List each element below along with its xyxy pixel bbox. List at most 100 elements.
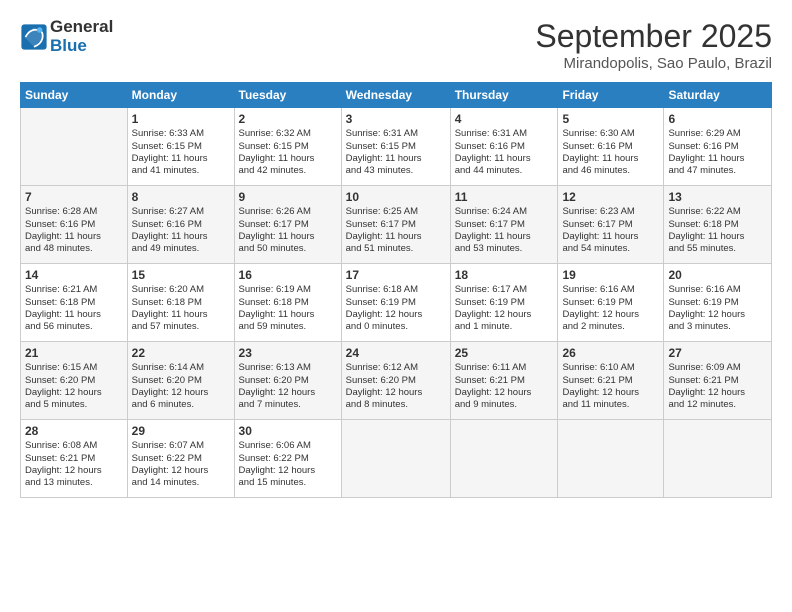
day-number: 26 <box>562 345 659 361</box>
col-header-tuesday: Tuesday <box>234 83 341 108</box>
day-number: 19 <box>562 267 659 283</box>
col-header-wednesday: Wednesday <box>341 83 450 108</box>
day-info: Sunrise: 6:22 AM Sunset: 6:18 PM Dayligh… <box>668 206 767 255</box>
day-number: 14 <box>25 267 123 283</box>
day-number: 23 <box>239 345 337 361</box>
calendar-cell: 12Sunrise: 6:23 AM Sunset: 6:17 PM Dayli… <box>558 186 664 264</box>
day-info: Sunrise: 6:11 AM Sunset: 6:21 PM Dayligh… <box>455 362 554 411</box>
day-info: Sunrise: 6:26 AM Sunset: 6:17 PM Dayligh… <box>239 206 337 255</box>
calendar-cell: 15Sunrise: 6:20 AM Sunset: 6:18 PM Dayli… <box>127 264 234 342</box>
week-row-1: 7Sunrise: 6:28 AM Sunset: 6:16 PM Daylig… <box>21 186 772 264</box>
calendar-cell: 23Sunrise: 6:13 AM Sunset: 6:20 PM Dayli… <box>234 342 341 420</box>
day-info: Sunrise: 6:24 AM Sunset: 6:17 PM Dayligh… <box>455 206 554 255</box>
calendar-cell <box>21 108 128 186</box>
day-info: Sunrise: 6:15 AM Sunset: 6:20 PM Dayligh… <box>25 362 123 411</box>
col-header-saturday: Saturday <box>664 83 772 108</box>
col-header-thursday: Thursday <box>450 83 558 108</box>
day-info: Sunrise: 6:14 AM Sunset: 6:20 PM Dayligh… <box>132 362 230 411</box>
day-number: 15 <box>132 267 230 283</box>
day-info: Sunrise: 6:21 AM Sunset: 6:18 PM Dayligh… <box>25 284 123 333</box>
day-number: 3 <box>346 111 446 127</box>
logo-text: General Blue <box>50 18 113 55</box>
day-info: Sunrise: 6:20 AM Sunset: 6:18 PM Dayligh… <box>132 284 230 333</box>
calendar-cell: 3Sunrise: 6:31 AM Sunset: 6:15 PM Daylig… <box>341 108 450 186</box>
week-row-0: 1Sunrise: 6:33 AM Sunset: 6:15 PM Daylig… <box>21 108 772 186</box>
day-info: Sunrise: 6:30 AM Sunset: 6:16 PM Dayligh… <box>562 128 659 177</box>
day-number: 1 <box>132 111 230 127</box>
calendar-cell: 29Sunrise: 6:07 AM Sunset: 6:22 PM Dayli… <box>127 420 234 498</box>
calendar-body: 1Sunrise: 6:33 AM Sunset: 6:15 PM Daylig… <box>21 108 772 498</box>
logo-icon <box>20 23 48 51</box>
day-number: 9 <box>239 189 337 205</box>
calendar-cell: 20Sunrise: 6:16 AM Sunset: 6:19 PM Dayli… <box>664 264 772 342</box>
day-info: Sunrise: 6:08 AM Sunset: 6:21 PM Dayligh… <box>25 440 123 489</box>
day-info: Sunrise: 6:27 AM Sunset: 6:16 PM Dayligh… <box>132 206 230 255</box>
calendar-cell: 14Sunrise: 6:21 AM Sunset: 6:18 PM Dayli… <box>21 264 128 342</box>
calendar-cell: 5Sunrise: 6:30 AM Sunset: 6:16 PM Daylig… <box>558 108 664 186</box>
calendar-cell: 22Sunrise: 6:14 AM Sunset: 6:20 PM Dayli… <box>127 342 234 420</box>
day-info: Sunrise: 6:10 AM Sunset: 6:21 PM Dayligh… <box>562 362 659 411</box>
day-info: Sunrise: 6:25 AM Sunset: 6:17 PM Dayligh… <box>346 206 446 255</box>
day-number: 8 <box>132 189 230 205</box>
day-number: 12 <box>562 189 659 205</box>
week-row-4: 28Sunrise: 6:08 AM Sunset: 6:21 PM Dayli… <box>21 420 772 498</box>
location-subtitle: Mirandopolis, Sao Paulo, Brazil <box>535 55 772 72</box>
page: General Blue September 2025 Mirandopolis… <box>0 0 792 612</box>
calendar-header-row: SundayMondayTuesdayWednesdayThursdayFrid… <box>21 83 772 108</box>
calendar-cell <box>341 420 450 498</box>
day-info: Sunrise: 6:28 AM Sunset: 6:16 PM Dayligh… <box>25 206 123 255</box>
calendar-cell: 13Sunrise: 6:22 AM Sunset: 6:18 PM Dayli… <box>664 186 772 264</box>
day-number: 24 <box>346 345 446 361</box>
day-info: Sunrise: 6:31 AM Sunset: 6:15 PM Dayligh… <box>346 128 446 177</box>
day-info: Sunrise: 6:18 AM Sunset: 6:19 PM Dayligh… <box>346 284 446 333</box>
day-info: Sunrise: 6:19 AM Sunset: 6:18 PM Dayligh… <box>239 284 337 333</box>
day-number: 10 <box>346 189 446 205</box>
calendar-cell: 2Sunrise: 6:32 AM Sunset: 6:15 PM Daylig… <box>234 108 341 186</box>
calendar-cell: 9Sunrise: 6:26 AM Sunset: 6:17 PM Daylig… <box>234 186 341 264</box>
month-title: September 2025 <box>535 18 772 55</box>
day-info: Sunrise: 6:17 AM Sunset: 6:19 PM Dayligh… <box>455 284 554 333</box>
logo-general: General <box>50 17 113 36</box>
calendar-cell <box>664 420 772 498</box>
day-number: 18 <box>455 267 554 283</box>
week-row-3: 21Sunrise: 6:15 AM Sunset: 6:20 PM Dayli… <box>21 342 772 420</box>
day-number: 6 <box>668 111 767 127</box>
calendar-cell: 30Sunrise: 6:06 AM Sunset: 6:22 PM Dayli… <box>234 420 341 498</box>
day-number: 2 <box>239 111 337 127</box>
col-header-monday: Monday <box>127 83 234 108</box>
day-number: 21 <box>25 345 123 361</box>
col-header-friday: Friday <box>558 83 664 108</box>
calendar-cell <box>450 420 558 498</box>
day-number: 17 <box>346 267 446 283</box>
calendar-cell: 16Sunrise: 6:19 AM Sunset: 6:18 PM Dayli… <box>234 264 341 342</box>
calendar-table: SundayMondayTuesdayWednesdayThursdayFrid… <box>20 82 772 498</box>
logo: General Blue <box>20 18 113 55</box>
day-number: 20 <box>668 267 767 283</box>
calendar-cell: 21Sunrise: 6:15 AM Sunset: 6:20 PM Dayli… <box>21 342 128 420</box>
calendar-cell: 8Sunrise: 6:27 AM Sunset: 6:16 PM Daylig… <box>127 186 234 264</box>
day-info: Sunrise: 6:23 AM Sunset: 6:17 PM Dayligh… <box>562 206 659 255</box>
day-number: 30 <box>239 423 337 439</box>
day-info: Sunrise: 6:06 AM Sunset: 6:22 PM Dayligh… <box>239 440 337 489</box>
day-number: 5 <box>562 111 659 127</box>
day-number: 28 <box>25 423 123 439</box>
day-info: Sunrise: 6:31 AM Sunset: 6:16 PM Dayligh… <box>455 128 554 177</box>
day-info: Sunrise: 6:09 AM Sunset: 6:21 PM Dayligh… <box>668 362 767 411</box>
calendar-cell: 17Sunrise: 6:18 AM Sunset: 6:19 PM Dayli… <box>341 264 450 342</box>
day-number: 13 <box>668 189 767 205</box>
calendar-cell: 24Sunrise: 6:12 AM Sunset: 6:20 PM Dayli… <box>341 342 450 420</box>
calendar-cell: 1Sunrise: 6:33 AM Sunset: 6:15 PM Daylig… <box>127 108 234 186</box>
calendar-cell: 26Sunrise: 6:10 AM Sunset: 6:21 PM Dayli… <box>558 342 664 420</box>
day-info: Sunrise: 6:16 AM Sunset: 6:19 PM Dayligh… <box>668 284 767 333</box>
day-info: Sunrise: 6:32 AM Sunset: 6:15 PM Dayligh… <box>239 128 337 177</box>
day-info: Sunrise: 6:16 AM Sunset: 6:19 PM Dayligh… <box>562 284 659 333</box>
day-number: 11 <box>455 189 554 205</box>
week-row-2: 14Sunrise: 6:21 AM Sunset: 6:18 PM Dayli… <box>21 264 772 342</box>
day-info: Sunrise: 6:12 AM Sunset: 6:20 PM Dayligh… <box>346 362 446 411</box>
header: General Blue September 2025 Mirandopolis… <box>20 18 772 72</box>
calendar-cell: 28Sunrise: 6:08 AM Sunset: 6:21 PM Dayli… <box>21 420 128 498</box>
day-number: 27 <box>668 345 767 361</box>
calendar-cell: 7Sunrise: 6:28 AM Sunset: 6:16 PM Daylig… <box>21 186 128 264</box>
calendar-cell: 27Sunrise: 6:09 AM Sunset: 6:21 PM Dayli… <box>664 342 772 420</box>
day-info: Sunrise: 6:33 AM Sunset: 6:15 PM Dayligh… <box>132 128 230 177</box>
